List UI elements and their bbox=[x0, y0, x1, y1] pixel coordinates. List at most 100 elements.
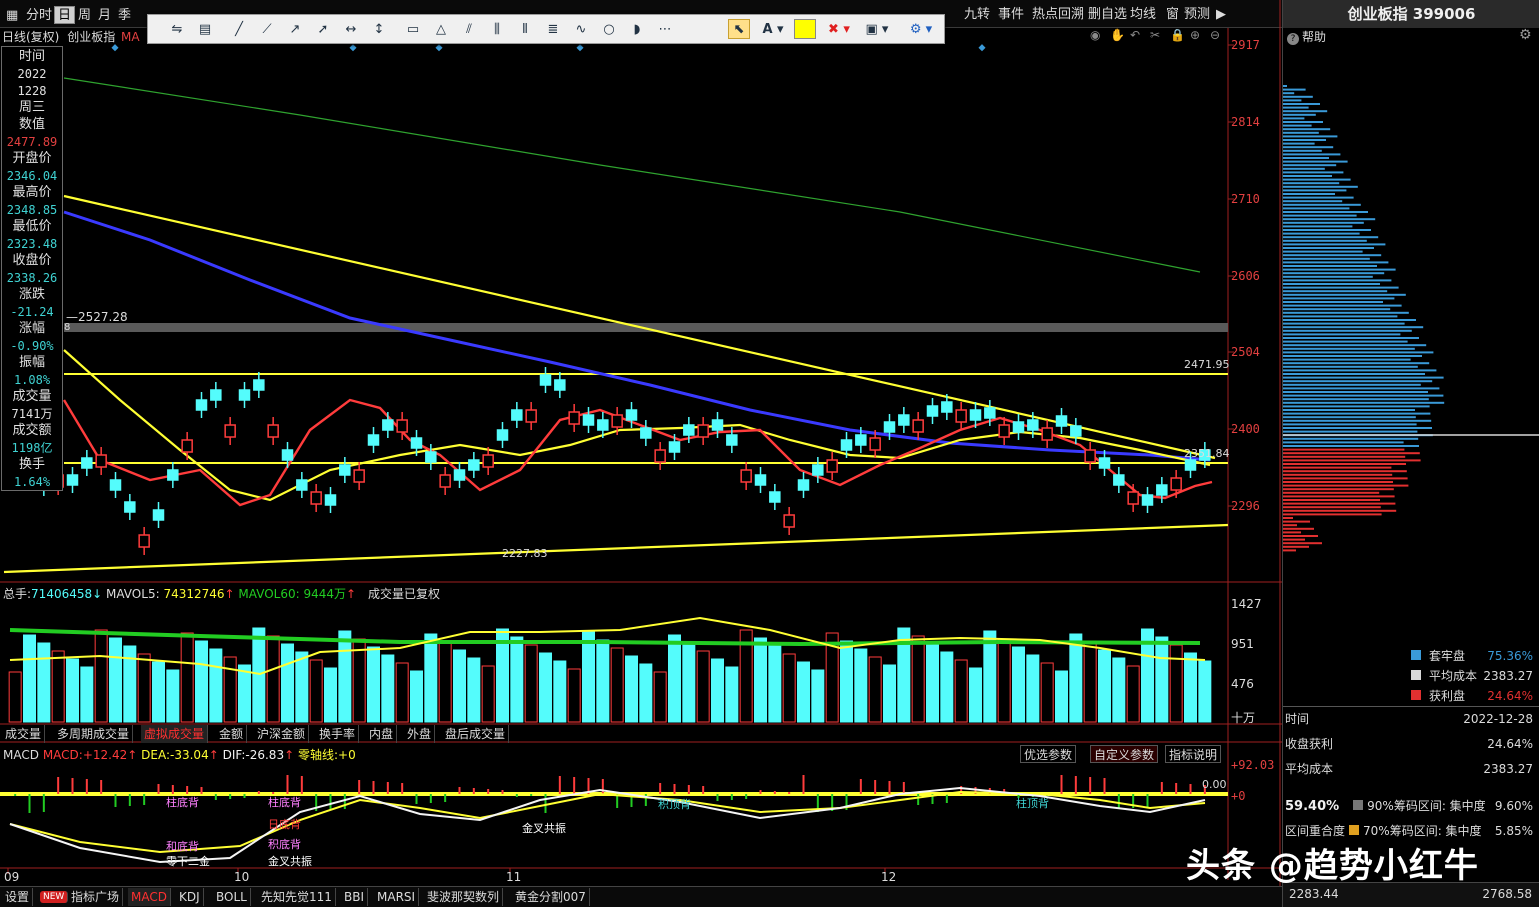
volume-bar[interactable] bbox=[510, 636, 524, 723]
tab-golden-section[interactable]: 黄金分割007 bbox=[512, 888, 590, 906]
candle-body[interactable] bbox=[568, 411, 580, 425]
candle-body[interactable] bbox=[511, 409, 523, 421]
panel-gear-icon[interactable]: ⚙ bbox=[1519, 27, 1532, 43]
volume-bar[interactable] bbox=[37, 642, 51, 723]
candle-body[interactable] bbox=[496, 429, 509, 441]
candlesticks[interactable] bbox=[9, 367, 1211, 555]
settings-gear-icon[interactable]: ⚙ ▾ bbox=[904, 19, 938, 39]
text-tool-icon[interactable]: A ▾ bbox=[758, 19, 788, 39]
candle-body[interactable] bbox=[324, 494, 337, 506]
fibonacci-icon[interactable]: ≣ bbox=[542, 19, 564, 39]
tab-settings[interactable]: 设置 bbox=[2, 888, 34, 906]
volume-bar[interactable] bbox=[453, 649, 466, 723]
volume-bar[interactable] bbox=[223, 656, 237, 723]
candle-body[interactable] bbox=[640, 427, 652, 439]
candle-body[interactable] bbox=[382, 419, 394, 431]
candle-body[interactable] bbox=[339, 464, 351, 476]
volume-bar[interactable] bbox=[524, 644, 538, 723]
candle-body[interactable] bbox=[1098, 457, 1111, 469]
volume-bar[interactable] bbox=[1069, 633, 1083, 723]
candle-body[interactable] bbox=[926, 405, 939, 417]
candle-body[interactable] bbox=[1041, 427, 1053, 441]
volume-bar[interactable] bbox=[338, 630, 352, 723]
candle-body[interactable] bbox=[525, 409, 537, 423]
candle-body[interactable] bbox=[1012, 421, 1025, 433]
parallel-icon[interactable]: ⫼ bbox=[486, 19, 508, 39]
tab-after-hours-volume[interactable]: 盘后成交量 bbox=[442, 725, 510, 743]
volume-bar[interactable] bbox=[553, 660, 567, 723]
candle-body[interactable] bbox=[883, 421, 896, 433]
volume-bar[interactable] bbox=[768, 645, 782, 723]
candle-body[interactable] bbox=[138, 534, 150, 548]
arc-icon[interactable]: ◗ bbox=[626, 19, 648, 39]
vertical-line-icon[interactable]: ↕ bbox=[368, 19, 390, 39]
volume-bar[interactable] bbox=[252, 627, 266, 723]
save-template-icon[interactable]: ▣ ▾ bbox=[862, 19, 892, 39]
volume-bar[interactable] bbox=[367, 646, 380, 723]
candle-body[interactable] bbox=[1184, 459, 1197, 471]
volume-bar[interactable] bbox=[1184, 652, 1197, 723]
ray-icon[interactable]: ↗ bbox=[284, 19, 306, 39]
candle-body[interactable] bbox=[654, 449, 666, 463]
volume-bar[interactable] bbox=[653, 671, 667, 723]
volume-bar[interactable] bbox=[424, 633, 438, 723]
candle-body[interactable] bbox=[554, 379, 566, 391]
candle-body[interactable] bbox=[697, 424, 709, 438]
volume-bar[interactable] bbox=[926, 643, 939, 723]
volume-bar[interactable] bbox=[883, 664, 896, 723]
tab-amount[interactable]: 金额 bbox=[216, 725, 248, 743]
volume-bar[interactable] bbox=[438, 641, 452, 723]
candle-body[interactable] bbox=[181, 439, 193, 453]
volume-bar[interactable] bbox=[137, 653, 151, 723]
candle-body[interactable] bbox=[109, 479, 122, 491]
candle-body[interactable] bbox=[195, 399, 208, 411]
candle-body[interactable] bbox=[754, 474, 767, 486]
indicator-help-button[interactable]: 指标说明 bbox=[1165, 745, 1222, 763]
tab-multi-period-volume[interactable]: 多周期成交量 bbox=[54, 725, 134, 743]
volume-bar[interactable] bbox=[1098, 649, 1111, 723]
candle-body[interactable] bbox=[396, 419, 408, 433]
candle-body[interactable] bbox=[310, 491, 322, 505]
candle-body[interactable] bbox=[769, 491, 781, 503]
tab-bbi[interactable]: BBI bbox=[341, 888, 369, 906]
candle-body[interactable] bbox=[210, 389, 222, 401]
volume-bar[interactable] bbox=[1040, 662, 1054, 723]
candle-body[interactable] bbox=[167, 469, 179, 481]
tab-sh-sz-amount[interactable]: 沪深金额 bbox=[254, 725, 310, 743]
candle-body[interactable] bbox=[1113, 474, 1125, 486]
help-link[interactable]: ? 帮助 bbox=[1287, 28, 1326, 45]
candle-body[interactable] bbox=[597, 419, 609, 431]
volume-bar[interactable] bbox=[1126, 665, 1140, 723]
volume-bar[interactable] bbox=[625, 655, 638, 723]
candle-body[interactable] bbox=[969, 409, 982, 421]
volume-bar[interactable] bbox=[954, 659, 968, 723]
candle-body[interactable] bbox=[353, 469, 365, 483]
candle-body[interactable] bbox=[1170, 477, 1182, 491]
more-icon[interactable]: ⋯ bbox=[654, 19, 676, 39]
volume-bar[interactable] bbox=[682, 642, 696, 723]
tab-volume[interactable]: 成交量 bbox=[2, 725, 46, 743]
candle-body[interactable] bbox=[1141, 494, 1154, 506]
volume-bar[interactable] bbox=[209, 648, 223, 723]
tab-turnover-rate[interactable]: 换手率 bbox=[316, 725, 360, 743]
tab-outer-volume[interactable]: 外盘 bbox=[404, 725, 436, 743]
candle-body[interactable] bbox=[482, 454, 494, 468]
period-lines-icon[interactable]: ⦀ bbox=[514, 19, 536, 39]
candle-body[interactable] bbox=[582, 414, 595, 426]
volume-bar[interactable] bbox=[395, 662, 409, 723]
volume-bar[interactable] bbox=[195, 640, 208, 723]
candle-body[interactable] bbox=[998, 424, 1010, 438]
volume-bar[interactable] bbox=[352, 638, 366, 723]
ruler-icon[interactable]: ⇋ bbox=[166, 19, 188, 39]
candle-body[interactable] bbox=[468, 459, 480, 471]
candle-body[interactable] bbox=[81, 457, 93, 469]
candle-body[interactable] bbox=[740, 469, 752, 483]
candle-body[interactable] bbox=[912, 419, 924, 433]
volume-bar[interactable] bbox=[1026, 654, 1040, 723]
candle-body[interactable] bbox=[238, 389, 251, 401]
volume-bar[interactable] bbox=[309, 659, 323, 723]
grid-draw-icon[interactable]: ▤ bbox=[194, 19, 216, 39]
volume-bar[interactable] bbox=[969, 667, 982, 723]
volume-bar[interactable] bbox=[1155, 636, 1169, 723]
candle-body[interactable] bbox=[826, 459, 838, 473]
